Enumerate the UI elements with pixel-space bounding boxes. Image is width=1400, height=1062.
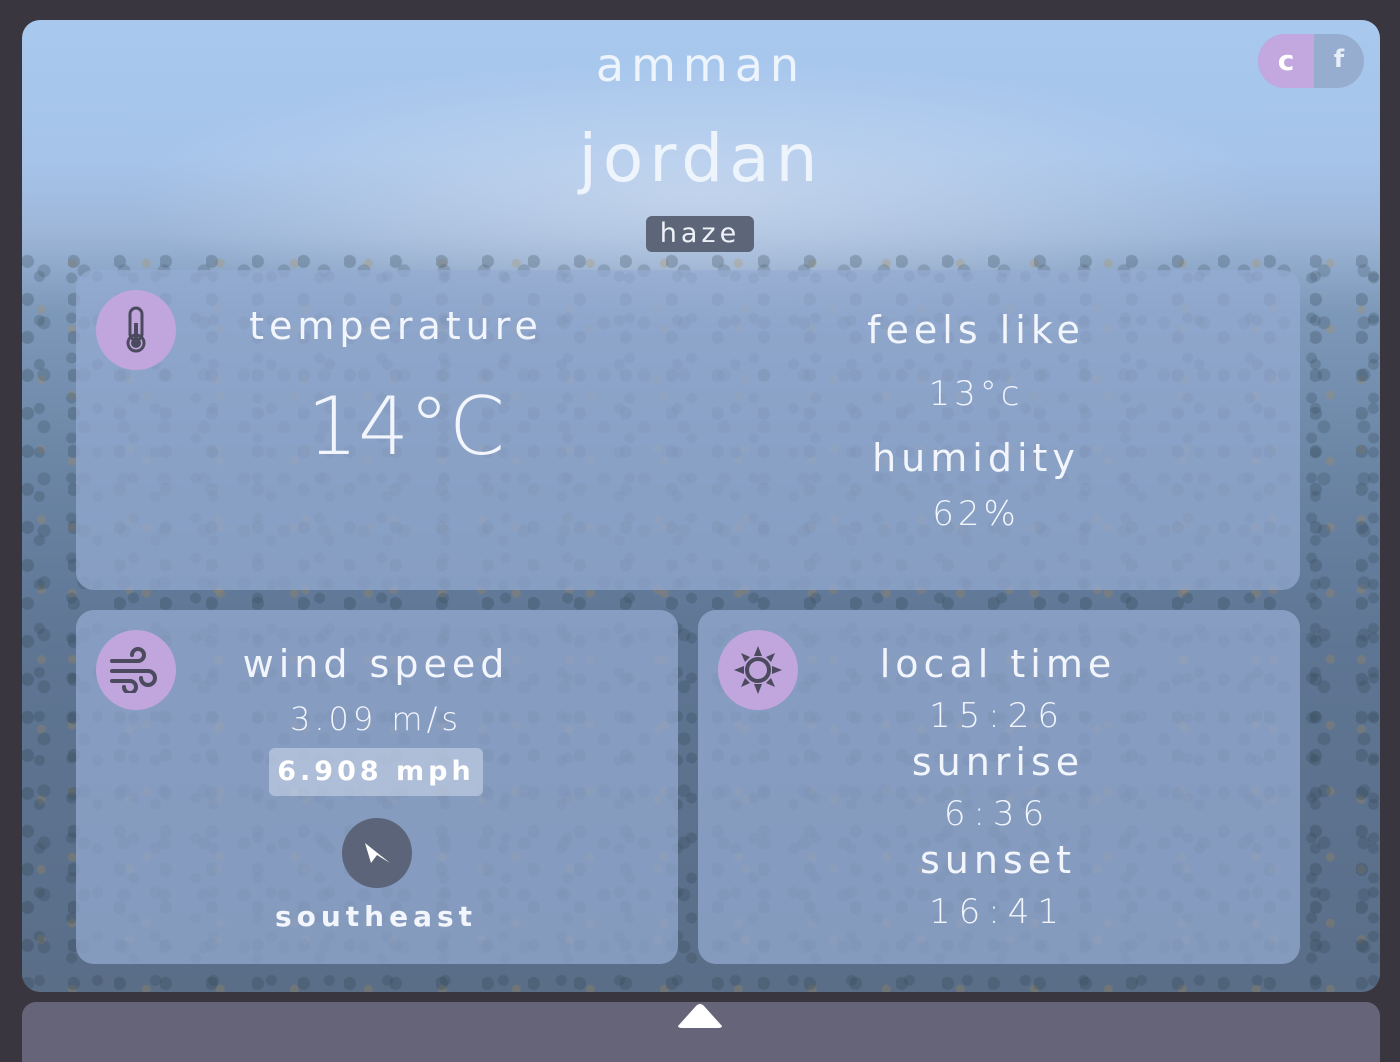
temperature-card: temperature 14°C feels like 13°c humidit… [76,270,1300,590]
time-card: local time 15:26 sunrise 6:36 sunset 16:… [698,610,1300,964]
navigation-arrow-icon [342,818,412,888]
wind-speed-mph: 6.908 mph [269,748,483,796]
local-time-value: 15:26 [929,696,1067,736]
weather-condition-badge: haze [646,216,754,252]
temperature-value: 14°C [307,380,505,473]
local-time-label: local time [879,642,1117,686]
wind-speed-label: wind speed [242,642,510,686]
thermometer-icon [96,290,176,370]
bottom-drawer[interactable] [22,1002,1380,1062]
wind-icon [96,630,176,710]
chevron-up-icon[interactable] [676,1002,724,1030]
sunrise-label: sunrise [911,740,1085,784]
feels-like-label: feels like [867,308,1085,352]
weather-panel: c f amman jordan haze temperature 14°C f… [22,20,1380,992]
humidity-value: 62% [932,494,1020,534]
sunset-value: 16:41 [929,892,1067,932]
humidity-label: humidity [872,436,1080,480]
sun-icon [718,630,798,710]
feels-like-value: 13°c [928,374,1024,414]
wind-direction: southeast [274,900,478,933]
temperature-label: temperature [249,304,543,348]
country-name: jordan [578,120,824,197]
sunset-label: sunset [919,838,1077,882]
city-name: amman [595,38,807,92]
sunrise-value: 6:36 [943,794,1053,834]
wind-speed-ms: 3.09 m/s [289,700,463,738]
wind-card: wind speed 3.09 m/s 6.908 mph southeast [76,610,678,964]
